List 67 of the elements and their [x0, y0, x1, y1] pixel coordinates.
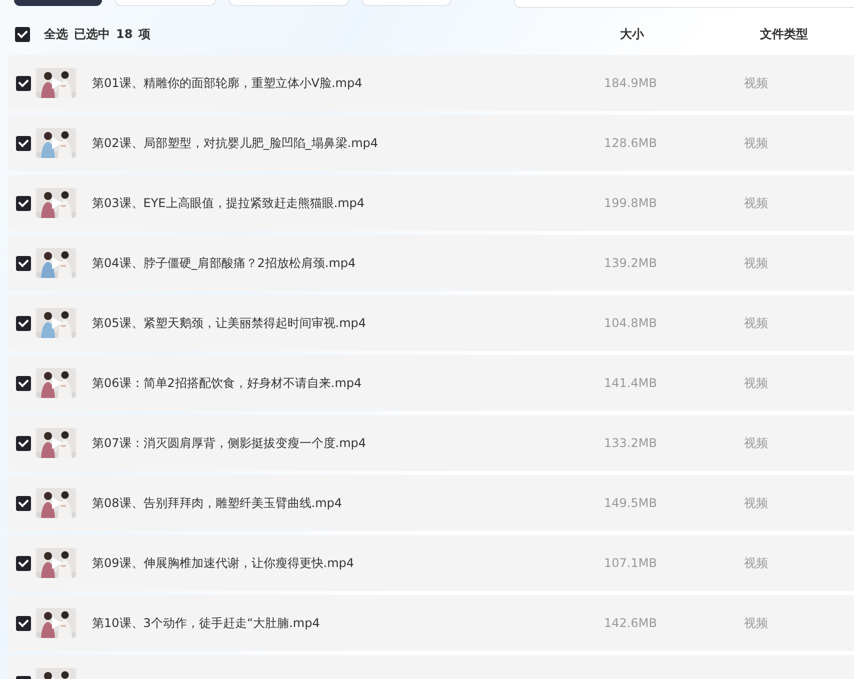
- checkbox[interactable]: [15, 26, 30, 42]
- play-icon: [52, 377, 62, 389]
- selected-label: 已选中: [74, 26, 110, 42]
- column-header: 文件类型: [760, 26, 808, 42]
- checkbox[interactable]: [16, 496, 31, 510]
- file-name: 第03课、EYE上高眼值，提拉紧致赶走熊猫眼.mp4: [92, 194, 366, 212]
- file-type: 视频: [744, 554, 768, 572]
- play-icon: [52, 197, 62, 209]
- file-row[interactable]: 第01课、精雕你的面部轮廓，重塑立体小V脸.mp4 184.9MB 视频: [8, 55, 854, 111]
- file-size: 133.2MB: [604, 436, 658, 450]
- file-size: 128.6MB: [604, 136, 658, 150]
- file-name: 第08课、告别拜拜肉，雕塑纤美玉臂曲线.mp4: [92, 494, 344, 512]
- file-row[interactable]: 第05课、紧塑天鹅颈，让美丽禁得起时间审视.mp4 104.8MB 视频: [8, 295, 854, 351]
- file-row[interactable]: 第07课：消灭圆肩厚背，侧影挺拔变瘦一个度.mp4 133.2MB 视频: [8, 415, 854, 471]
- play-icon: [52, 497, 62, 509]
- file-size: 139.2MB: [604, 256, 658, 270]
- checkbox[interactable]: [16, 556, 31, 570]
- file-type: 视频: [744, 254, 768, 272]
- file-size: 107.1MB: [604, 556, 658, 570]
- file-size: 141.4MB: [604, 376, 658, 390]
- file-name: 第05课、紧塑天鹅颈，让美丽禁得起时间审视.mp4: [92, 314, 368, 332]
- play-icon: [52, 617, 62, 629]
- file-name: 第09课、伸展胸椎加速代谢，让你瘦得更快.mp4: [92, 554, 356, 572]
- checkbox[interactable]: [16, 616, 31, 630]
- file-type: 视频: [744, 134, 768, 152]
- file-row[interactable]: 第10课、3个动作，徒手赶走“大肚腩.mp4 142.6MB 视频: [8, 595, 854, 651]
- file-type: 视频: [744, 374, 768, 392]
- file-name: 第07课：消灭圆肩厚背，侧影挺拔变瘦一个度.mp4: [92, 434, 368, 452]
- file-row[interactable]: 第06课：简单2招搭配饮食，好身材不请自来.mp4 141.4MB 视频: [8, 355, 854, 411]
- file-size: 104.8MB: [604, 316, 658, 330]
- play-icon: [52, 557, 62, 569]
- checkbox[interactable]: [16, 76, 31, 90]
- file-row[interactable]: 第04课、脖子僵硬_肩部酸痛？2招放松肩颈.mp4 139.2MB 视频: [8, 235, 854, 291]
- file-row[interactable]: 第09课、伸展胸椎加速代谢，让你瘦得更快.mp4 107.1MB 视频: [8, 535, 854, 591]
- file-name: 第06课：简单2招搭配饮食，好身材不请自来.mp4: [92, 374, 363, 392]
- file-row[interactable]: 第08课、告别拜拜肉，雕塑纤美玉臂曲线.mp4 149.5MB 视频: [8, 475, 854, 531]
- file-type: 视频: [744, 74, 768, 92]
- file-type: 视频: [744, 494, 768, 512]
- checkbox[interactable]: [16, 376, 31, 390]
- file-size: 184.9MB: [604, 76, 658, 90]
- file-type: 视频: [744, 614, 768, 632]
- checkbox[interactable]: [16, 196, 31, 210]
- file-type: 视频: [744, 434, 768, 452]
- file-size: 199.8MB: [604, 196, 658, 210]
- file-type: 视频: [744, 194, 768, 212]
- file-name: 第10课、3个动作，徒手赶走“大肚腩.mp4: [92, 614, 321, 632]
- play-icon: [52, 137, 62, 149]
- play-icon: [52, 257, 62, 269]
- checkbox[interactable]: [16, 256, 31, 270]
- file-type: 视频: [744, 314, 768, 332]
- checkbox[interactable]: [16, 316, 31, 330]
- file-size: 142.6MB: [604, 616, 658, 630]
- select-all-label: 全选: [44, 26, 68, 42]
- file-name: 第02课、局部塑型，对抗婴儿肥_脸凹陷_塌鼻梁.mp4: [92, 134, 380, 152]
- play-icon: [52, 77, 62, 89]
- checkbox[interactable]: [16, 136, 31, 150]
- file-row[interactable]: 第03课、EYE上高眼值，提拉紧致赶走熊猫眼.mp4 199.8MB 视频: [8, 175, 854, 231]
- file-size: 149.5MB: [604, 496, 658, 510]
- column-header: 大小: [620, 26, 646, 42]
- selected-unit: 项: [138, 26, 151, 42]
- file-row[interactable]: 第02课、局部塑型，对抗婴儿肥_脸凹陷_塌鼻梁.mp4 128.6MB 视频: [8, 115, 854, 171]
- play-icon: [52, 437, 62, 449]
- selected-count: 18: [116, 27, 133, 41]
- play-icon: [52, 317, 62, 329]
- file-name: 第01课、精雕你的面部轮廓，重塑立体小V脸.mp4: [92, 74, 364, 92]
- file-name: 第04课、脖子僵硬_肩部酸痛？2招放松肩颈.mp4: [92, 254, 357, 272]
- checkbox[interactable]: [16, 436, 31, 450]
